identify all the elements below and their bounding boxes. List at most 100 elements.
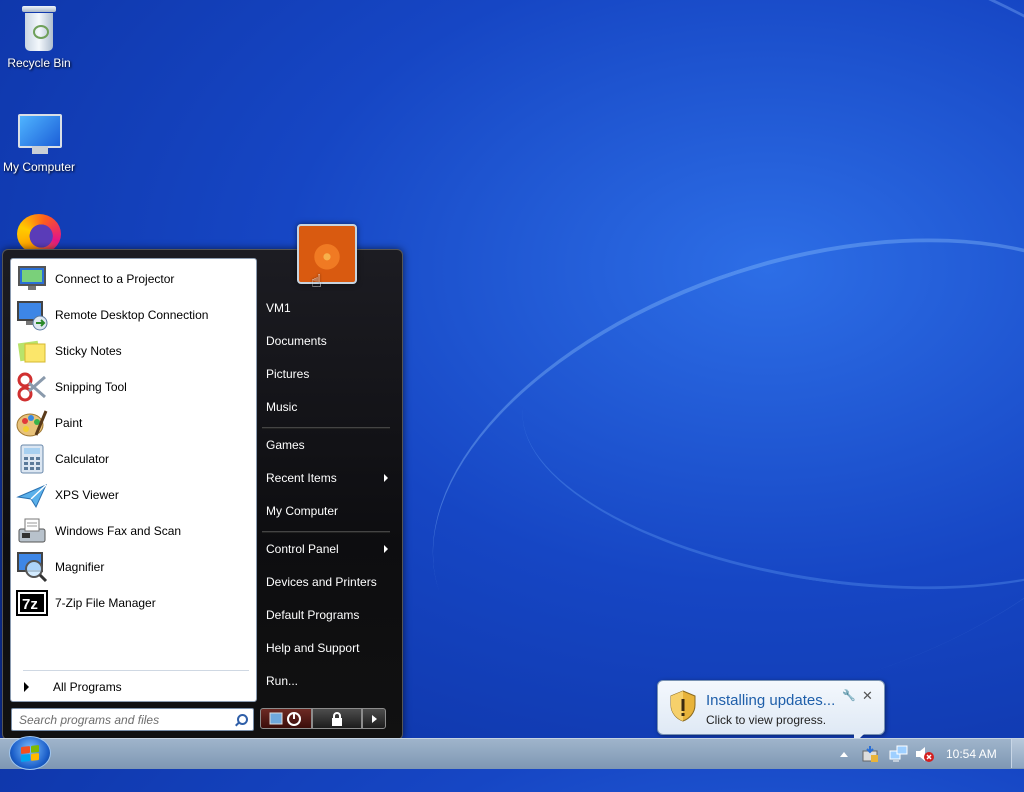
paint-palette-icon xyxy=(16,407,48,439)
notification-subtitle: Click to view progress. xyxy=(706,713,827,727)
menu-item-label: Control Panel xyxy=(266,542,339,556)
submenu-arrow-icon xyxy=(384,545,388,553)
calculator-icon xyxy=(16,443,48,475)
program-item-connect-projector[interactable]: Connect to a Projector xyxy=(11,261,256,297)
menu-item-label: Help and Support xyxy=(266,641,360,655)
computer-icon xyxy=(16,114,62,156)
program-item-label: Magnifier xyxy=(55,560,105,574)
program-item-label: Connect to a Projector xyxy=(55,272,175,286)
all-programs-label: All Programs xyxy=(53,680,122,694)
start-menu: Connect to a Projector Remote Desktop Co… xyxy=(2,249,403,740)
wallpaper-swirl xyxy=(325,0,1024,434)
menu-divider xyxy=(262,427,390,429)
program-item-label: Sticky Notes xyxy=(55,344,122,358)
menu-item-label: Documents xyxy=(266,334,327,348)
windows-update-tray-icon[interactable] xyxy=(861,745,879,763)
triangle-right-icon xyxy=(371,714,377,723)
sticky-notes-icon xyxy=(16,335,48,367)
seven-zip-icon: 7z xyxy=(16,587,48,619)
program-item-7zip[interactable]: 7z 7-Zip File Manager xyxy=(11,585,256,621)
program-item-label: Remote Desktop Connection xyxy=(55,308,209,322)
lock-icon xyxy=(332,711,342,726)
program-item-label: Snipping Tool xyxy=(55,380,127,394)
all-programs-button[interactable]: All Programs xyxy=(11,677,256,697)
program-item-magnifier[interactable]: Magnifier xyxy=(11,549,256,585)
menu-item-recent-items[interactable]: Recent Items xyxy=(258,466,390,490)
scissors-icon xyxy=(16,371,48,403)
update-notification[interactable]: Installing updates... Click to view prog… xyxy=(657,680,885,744)
program-item-calculator[interactable]: Calculator xyxy=(11,441,256,477)
menu-item-documents[interactable]: Documents xyxy=(258,329,390,353)
svg-text:7z: 7z xyxy=(22,596,38,613)
volume-tray-icon[interactable] xyxy=(914,745,934,763)
start-button[interactable] xyxy=(9,736,51,770)
search-box xyxy=(11,708,254,731)
show-hidden-icons-button[interactable] xyxy=(839,745,849,763)
desktop-icon-recycle-bin[interactable]: Recycle Bin xyxy=(0,6,79,70)
program-item-label: 7-Zip File Manager xyxy=(55,596,156,610)
close-icon[interactable]: ✕ xyxy=(862,688,873,704)
program-item-paint[interactable]: Paint xyxy=(11,405,256,441)
program-item-xps-viewer[interactable]: XPS Viewer xyxy=(11,477,256,513)
menu-item-devices-printers[interactable]: Devices and Printers xyxy=(258,570,390,594)
desktop-icon-label: My Computer xyxy=(2,160,76,174)
wallpaper-swirl xyxy=(504,276,1024,627)
menu-item-music[interactable]: Music xyxy=(258,395,390,419)
menu-item-label: Games xyxy=(266,438,305,452)
power-icon xyxy=(269,711,301,726)
desktop-icon-label: Recycle Bin xyxy=(7,56,71,70)
submenu-arrow-icon xyxy=(384,474,388,482)
search-icon[interactable] xyxy=(235,713,248,726)
program-item-remote-desktop[interactable]: Remote Desktop Connection xyxy=(11,297,256,333)
shield-warning-icon xyxy=(670,690,696,722)
menu-item-label: VM1 xyxy=(266,301,291,315)
program-item-label: Windows Fax and Scan xyxy=(55,524,182,538)
firefox-icon xyxy=(17,214,61,254)
search-input[interactable] xyxy=(17,711,229,728)
projector-icon xyxy=(16,263,48,295)
menu-item-default-programs[interactable]: Default Programs xyxy=(258,603,390,627)
recycle-bin-icon xyxy=(22,6,56,52)
shutdown-options-button[interactable] xyxy=(362,708,386,729)
program-item-label: Calculator xyxy=(55,452,110,466)
program-item-label: XPS Viewer xyxy=(55,488,119,502)
volume-muted-icon xyxy=(916,747,934,762)
menu-item-user-folder[interactable]: VM1 xyxy=(258,296,390,320)
menu-item-games[interactable]: Games xyxy=(258,433,390,457)
windows-logo-icon xyxy=(21,745,39,762)
fax-icon xyxy=(16,515,48,547)
menu-divider xyxy=(262,531,390,533)
shutdown-button[interactable] xyxy=(260,708,312,729)
network-tray-icon[interactable] xyxy=(889,745,909,763)
program-item-sticky-notes[interactable]: Sticky Notes xyxy=(11,333,256,369)
desktop-icon-my-computer[interactable]: My Computer xyxy=(0,114,79,174)
menu-item-pictures[interactable]: Pictures xyxy=(258,362,390,386)
triangle-right-icon xyxy=(24,682,29,692)
hand-cursor-icon: ☝ xyxy=(311,271,322,291)
update-icon xyxy=(862,746,878,762)
program-item-label: Paint xyxy=(55,416,83,430)
menu-item-label: Default Programs xyxy=(266,608,360,622)
program-item-snipping-tool[interactable]: Snipping Tool xyxy=(11,369,256,405)
lock-button[interactable] xyxy=(312,708,362,729)
menu-item-help-support[interactable]: Help and Support xyxy=(258,636,390,660)
wrench-icon[interactable]: 🔧 xyxy=(842,689,856,702)
magnifier-icon xyxy=(16,551,48,583)
notification-title: Installing updates... xyxy=(706,692,836,709)
clock[interactable]: 10:54 AM xyxy=(946,745,997,763)
menu-item-label: My Computer xyxy=(266,504,339,518)
programs-pane: Connect to a Projector Remote Desktop Co… xyxy=(10,258,257,702)
user-picture[interactable] xyxy=(297,224,357,284)
menu-item-label: Recent Items xyxy=(266,471,337,485)
chevron-up-icon xyxy=(840,752,848,757)
programs-divider xyxy=(23,670,249,671)
menu-item-label: Music xyxy=(266,400,298,414)
xps-viewer-icon xyxy=(16,479,48,511)
program-item-fax-scan[interactable]: Windows Fax and Scan xyxy=(11,513,256,549)
show-desktop-button[interactable] xyxy=(1011,739,1024,768)
menu-item-label: Pictures xyxy=(266,367,310,381)
menu-item-run[interactable]: Run... xyxy=(258,669,390,693)
menu-item-label: Devices and Printers xyxy=(266,575,377,589)
menu-item-my-computer[interactable]: My Computer xyxy=(258,499,390,523)
menu-item-control-panel[interactable]: Control Panel xyxy=(258,537,390,561)
